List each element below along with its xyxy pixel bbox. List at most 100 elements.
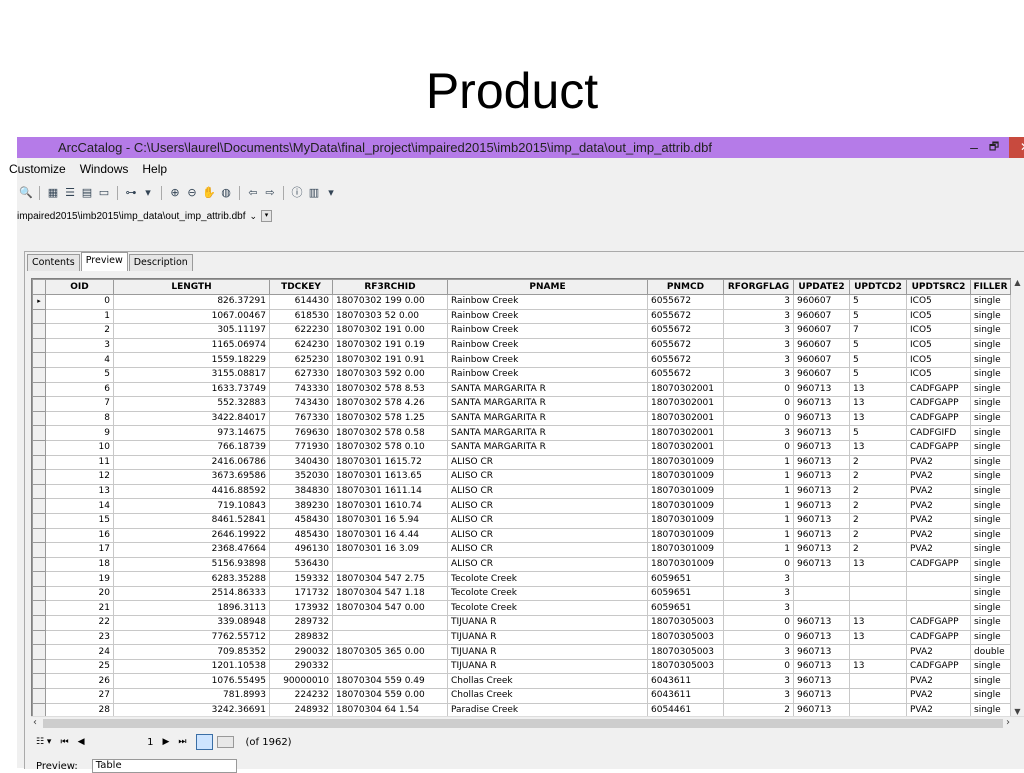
table-cell[interactable]: 769630: [269, 425, 333, 441]
table-cell[interactable]: [332, 629, 448, 646]
table-cell[interactable]: 4: [45, 352, 114, 368]
table-cell[interactable]: 13: [45, 483, 114, 500]
tab-description[interactable]: Description: [128, 254, 193, 271]
table-cell[interactable]: [849, 585, 907, 602]
table-cell[interactable]: 18070304 559 0.00: [332, 688, 448, 704]
table-cell[interactable]: single: [970, 381, 1011, 398]
row-selector[interactable]: [32, 454, 46, 471]
table-cell[interactable]: 3: [723, 585, 794, 602]
table-cell[interactable]: 13: [849, 658, 907, 675]
table-cell[interactable]: 0: [723, 396, 794, 412]
table-cell[interactable]: [332, 556, 448, 573]
row-selector[interactable]: [32, 410, 46, 427]
table-cell[interactable]: 781.8993: [113, 688, 270, 704]
table-cell[interactable]: PVA2: [906, 542, 971, 558]
table-cell[interactable]: 289832: [269, 629, 333, 646]
table-cell[interactable]: 18070305003: [647, 644, 724, 660]
restore-icon[interactable]: 🗗: [985, 137, 1003, 158]
table-cell[interactable]: 6059651: [647, 600, 724, 617]
table-cell[interactable]: 18070302001: [647, 439, 724, 456]
table-cell[interactable]: 18070304 559 0.49: [332, 673, 448, 690]
table-cell[interactable]: CADFGAPP: [906, 615, 971, 631]
column-header[interactable]: UPDATE2: [793, 279, 850, 295]
table-cell[interactable]: 3: [723, 688, 794, 704]
table-cell[interactable]: 1896.3113: [113, 600, 270, 617]
previous-record-icon[interactable]: ◀: [78, 737, 85, 747]
table-cell[interactable]: PVA2: [906, 498, 971, 514]
table-cell[interactable]: 960607: [793, 323, 850, 339]
table-cell[interactable]: 0: [723, 556, 794, 573]
table-cell[interactable]: 14: [45, 498, 114, 514]
table-cell[interactable]: Rainbow Creek: [447, 366, 648, 383]
table-cell[interactable]: 11: [45, 454, 114, 471]
table-cell[interactable]: 18070302 199 0.00: [332, 294, 448, 310]
table-cell[interactable]: 960713: [793, 615, 850, 631]
table-cell[interactable]: 305.11197: [113, 323, 270, 339]
table-cell[interactable]: 6059651: [647, 571, 724, 587]
table-cell[interactable]: 15: [45, 512, 114, 529]
table-cell[interactable]: 3673.69586: [113, 469, 270, 485]
table-row[interactable]: 17 2368.47664 496130 18070301 16 3.09 ALISO …: [32, 542, 1011, 558]
table-cell[interactable]: 18070301 1611.14: [332, 483, 448, 500]
table-cell[interactable]: 627330: [269, 366, 333, 383]
table-cell[interactable]: [332, 615, 448, 631]
table-cell[interactable]: Rainbow Creek: [447, 294, 648, 310]
row-selector[interactable]: [32, 571, 46, 587]
show-all-records-icon[interactable]: [195, 734, 213, 750]
table-cell[interactable]: 18070304 547 0.00: [332, 600, 448, 617]
table-cell[interactable]: Chollas Creek: [447, 673, 648, 690]
create-thumbnail-icon[interactable]: ▥: [307, 186, 321, 200]
table-cell[interactable]: ICO5: [906, 352, 971, 368]
table-cell[interactable]: 709.85352: [113, 644, 270, 660]
table-cell[interactable]: 2: [45, 323, 114, 339]
table-cell[interactable]: ALISO CR: [447, 556, 648, 573]
table-cell[interactable]: 3: [723, 644, 794, 660]
table-cell[interactable]: 5: [849, 337, 907, 354]
table-cell[interactable]: 290032: [269, 644, 333, 660]
table-cell[interactable]: 0: [723, 381, 794, 398]
table-cell[interactable]: 290332: [269, 658, 333, 675]
table-cell[interactable]: 340430: [269, 454, 333, 471]
table-cell[interactable]: 18070301009: [647, 498, 724, 514]
table-cell[interactable]: 960713: [793, 527, 850, 544]
table-cell[interactable]: 960607: [793, 366, 850, 383]
table-cell[interactable]: PVA2: [906, 469, 971, 485]
table-cell[interactable]: 960713: [793, 439, 850, 456]
table-cell[interactable]: SANTA MARGARITA R: [447, 381, 648, 398]
table-row[interactable]: 14 719.10843 389230 18070301 1610.74 ALISO C…: [32, 498, 1011, 514]
table-cell[interactable]: 1076.55495: [113, 673, 270, 690]
table-row[interactable]: 12 3673.69586 352030 18070301 1613.65 ALISO …: [32, 469, 1011, 485]
zoom-out-icon[interactable]: ⊖: [185, 186, 199, 200]
table-cell[interactable]: 2: [849, 469, 907, 485]
table-cell[interactable]: CADFGAPP: [906, 410, 971, 427]
row-selector[interactable]: [32, 688, 46, 704]
table-cell[interactable]: [849, 571, 907, 587]
table-cell[interactable]: 5: [45, 366, 114, 383]
table-cell[interactable]: 5156.93898: [113, 556, 270, 573]
table-cell[interactable]: TIJUANA R: [447, 629, 648, 646]
table-cell[interactable]: 13: [849, 439, 907, 456]
table-cell[interactable]: SANTA MARGARITA R: [447, 439, 648, 456]
row-selector[interactable]: [32, 366, 46, 383]
table-cell[interactable]: 1633.73749: [113, 381, 270, 398]
table-row[interactable]: 3 1165.06974 624230 18070302 191 0.19 Rainbo…: [32, 337, 1011, 354]
row-selector[interactable]: [32, 308, 46, 325]
table-cell[interactable]: 960713: [793, 556, 850, 573]
table-cell[interactable]: single: [970, 323, 1011, 339]
table-cell[interactable]: 496130: [269, 542, 333, 558]
row-selector[interactable]: [32, 323, 46, 339]
table-cell[interactable]: CADFGAPP: [906, 439, 971, 456]
table-cell[interactable]: single: [970, 585, 1011, 602]
table-row[interactable]: 7 552.32883 743430 18070302 578 4.26 SANTA M…: [32, 396, 1011, 412]
table-cell[interactable]: ICO5: [906, 308, 971, 325]
table-cell[interactable]: 5: [849, 352, 907, 368]
table-cell[interactable]: 960713: [793, 658, 850, 675]
table-cell[interactable]: 0: [723, 439, 794, 456]
toolbar-overflow-icon[interactable]: ▾: [141, 186, 155, 200]
table-cell[interactable]: 960607: [793, 337, 850, 354]
column-header[interactable]: FILLER: [970, 279, 1011, 295]
first-record-icon[interactable]: ⏮: [60, 737, 68, 747]
table-cell[interactable]: 18070301009: [647, 483, 724, 500]
table-cell[interactable]: 173932: [269, 600, 333, 617]
table-cell[interactable]: 960713: [793, 483, 850, 500]
